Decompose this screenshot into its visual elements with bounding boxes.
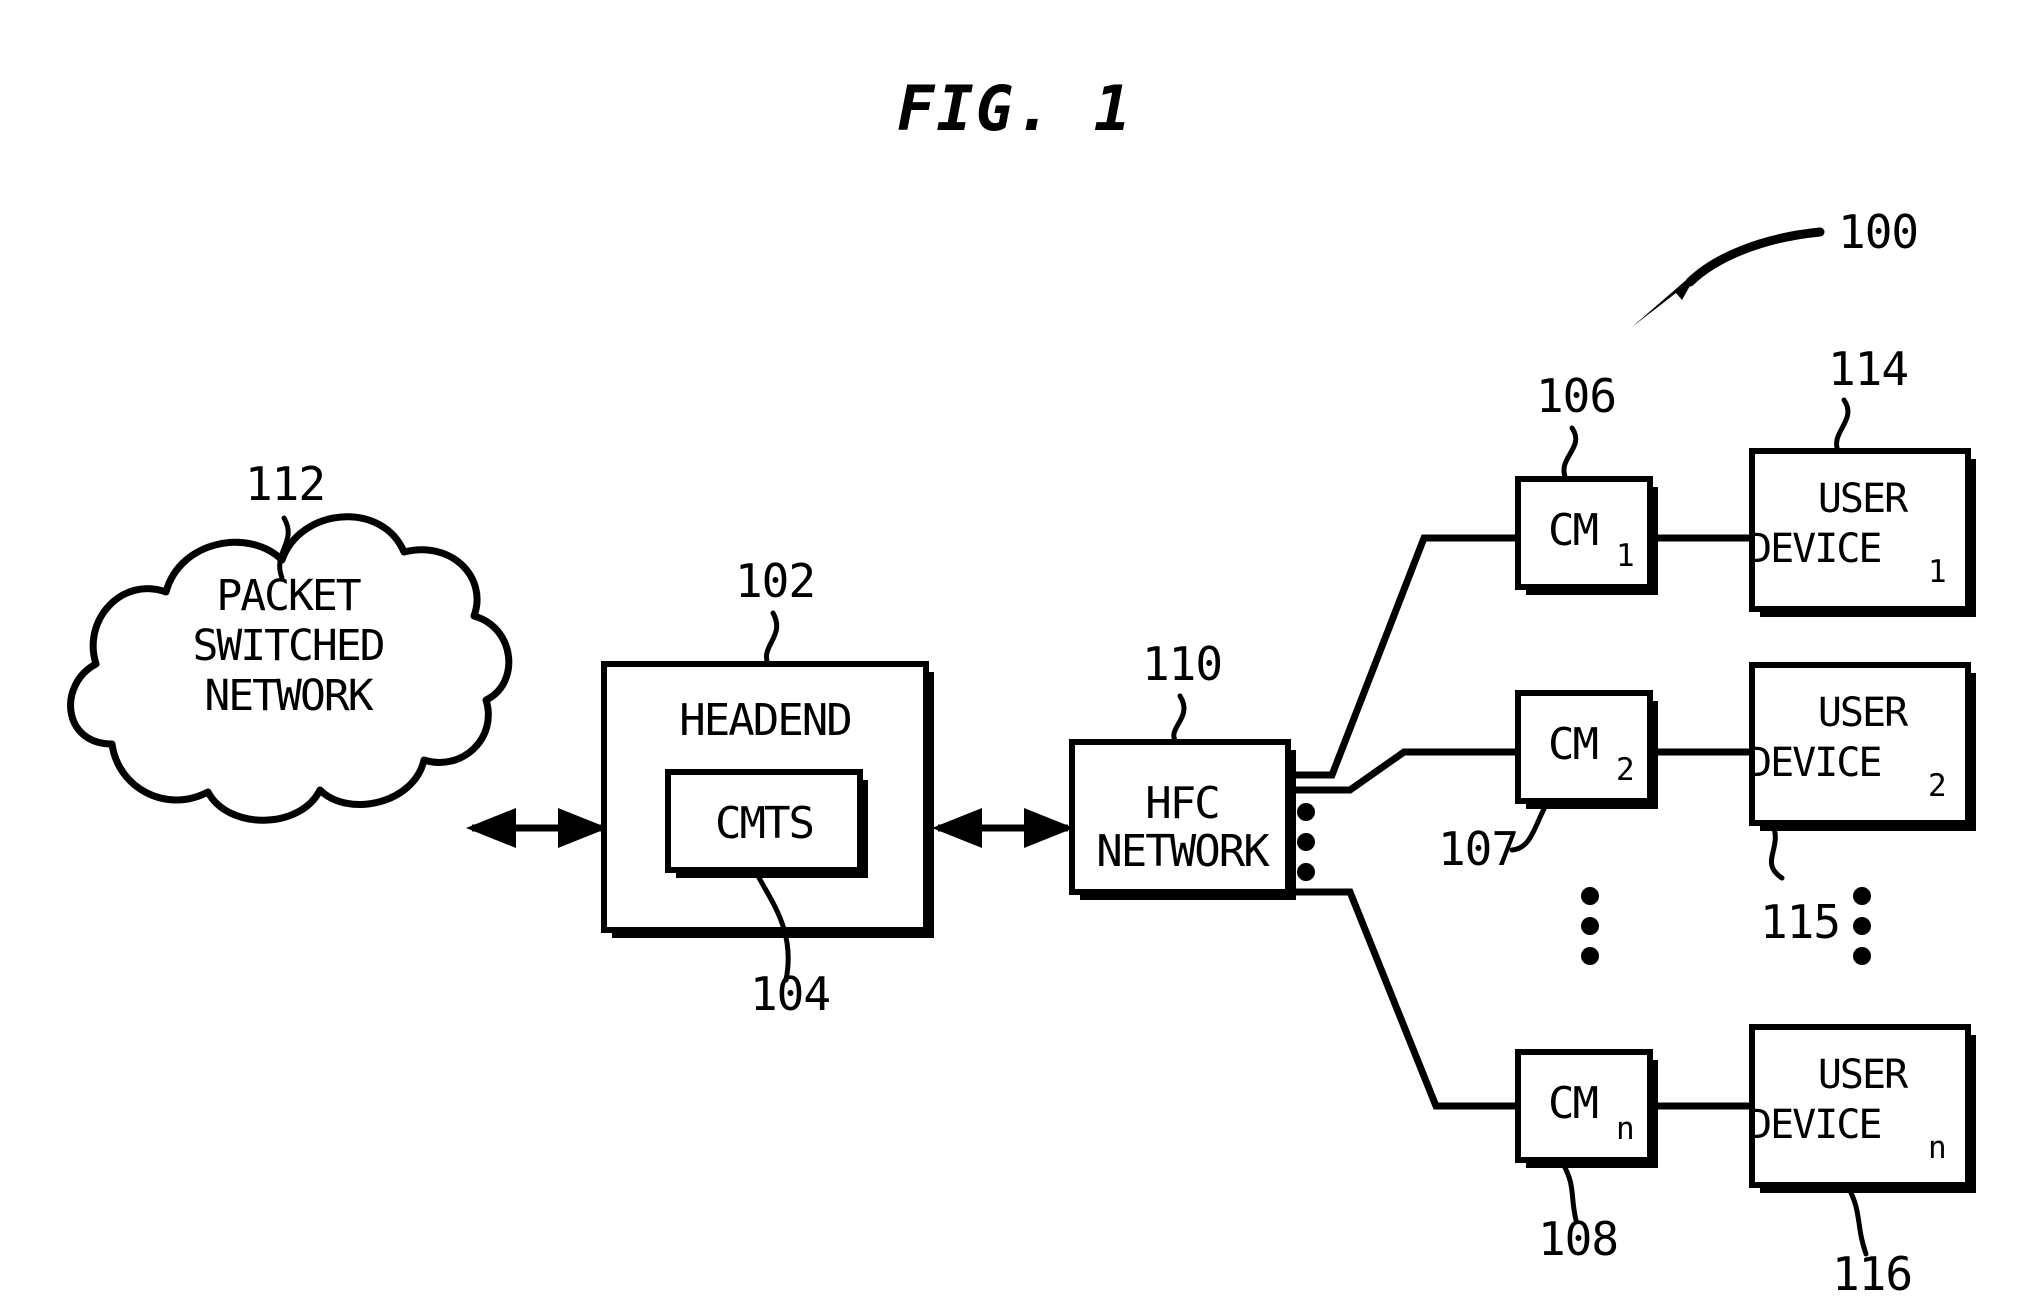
cmts-label: CMTS [715, 798, 813, 849]
user-device-1-ref-leader [1834, 397, 1851, 454]
cable-modem-1-label: CM [1548, 505, 1597, 556]
hfc-network-node: HFC NETWORK [1069, 739, 1296, 900]
user-device-n-subscript: n [1928, 1130, 1947, 1166]
system-ref-arrowhead [1632, 268, 1700, 327]
system-ref-leader [1685, 227, 1825, 287]
user-device-n-ref-leader [1845, 1184, 1869, 1257]
link-cloud-headend [466, 808, 608, 848]
cable-modem-1-node: CM 1 [1515, 476, 1658, 595]
user-device-1-label-line2: DEVICE [1748, 526, 1881, 572]
figure-drawing: FIG. 1 100 PACKET SWITCHED NETWORK 112 H… [67, 72, 1976, 1301]
cloud-label-line3: NETWORK [204, 671, 373, 721]
user-device-n-label-line2: DEVICE [1748, 1102, 1881, 1148]
user-device-2-ref-leader [1769, 820, 1785, 881]
user-device-2-ref-label: 115 [1760, 895, 1840, 949]
user-device-2-node: USER DEVICE 2 [1748, 662, 1976, 831]
cmts-ref-label: 104 [750, 967, 830, 1021]
headend-label: HEADEND [679, 695, 850, 746]
user-device-2-label-line1: USER [1818, 690, 1909, 736]
cable-modem-n-label: CM [1548, 1078, 1597, 1129]
cloud-label-line1: PACKET [216, 571, 360, 621]
user-device-1-node: USER DEVICE 1 [1748, 448, 1976, 617]
hfc-ref-label: 110 [1142, 637, 1222, 691]
cloud-label-line2: SWITCHED [192, 621, 383, 671]
figure-title: FIG. 1 [897, 72, 1133, 145]
user-device-1-label-line1: USER [1818, 476, 1909, 522]
system-ref-label: 100 [1838, 205, 1918, 259]
user-device-1-subscript: 1 [1928, 554, 1947, 590]
user-device-column-ellipsis-icon [1853, 887, 1871, 965]
user-device-n-node: USER DEVICE n [1748, 1024, 1976, 1193]
cable-modem-n-subscript: n [1616, 1111, 1635, 1147]
user-device-2-subscript: 2 [1928, 768, 1947, 804]
hfc-ref-leader [1171, 693, 1187, 745]
cable-modem-column-ellipsis-icon [1581, 887, 1599, 965]
cable-modem-2-subscript: 2 [1616, 752, 1635, 788]
cable-modem-n-node: CM n [1515, 1049, 1658, 1168]
cloud-ref-label: 112 [245, 457, 325, 511]
headend-ref-label: 102 [735, 554, 815, 608]
hfc-branch-ellipsis-icon [1297, 803, 1315, 881]
cable-modem-2-label: CM [1548, 719, 1597, 770]
cable-modem-2-node: CM 2 [1515, 690, 1658, 809]
wire-hfc-to-cm1 [1288, 534, 1518, 779]
user-device-2-label-line2: DEVICE [1748, 740, 1881, 786]
wire-hfc-to-cmn [1288, 888, 1518, 1110]
patent-figure-canvas: FIG. 1 100 PACKET SWITCHED NETWORK 112 H… [0, 0, 2031, 1310]
hfc-label-line2: NETWORK [1096, 826, 1270, 877]
cable-modem-1-subscript: 1 [1616, 538, 1635, 574]
cable-modem-2-ref-label: 107 [1438, 822, 1518, 876]
user-device-1-ref-label: 114 [1828, 342, 1908, 396]
cable-modem-1-ref-leader [1561, 425, 1579, 482]
cable-modem-1-ref-label: 106 [1536, 369, 1616, 423]
link-headend-hfc [932, 808, 1074, 848]
hfc-label-line1: HFC [1145, 778, 1218, 829]
user-device-n-label-line1: USER [1818, 1052, 1909, 1098]
wire-hfc-to-cm2 [1288, 748, 1518, 794]
packet-switched-network-cloud: PACKET SWITCHED NETWORK [67, 513, 513, 824]
headend-ref-leader [763, 610, 780, 667]
user-device-n-ref-label: 116 [1832, 1247, 1912, 1301]
